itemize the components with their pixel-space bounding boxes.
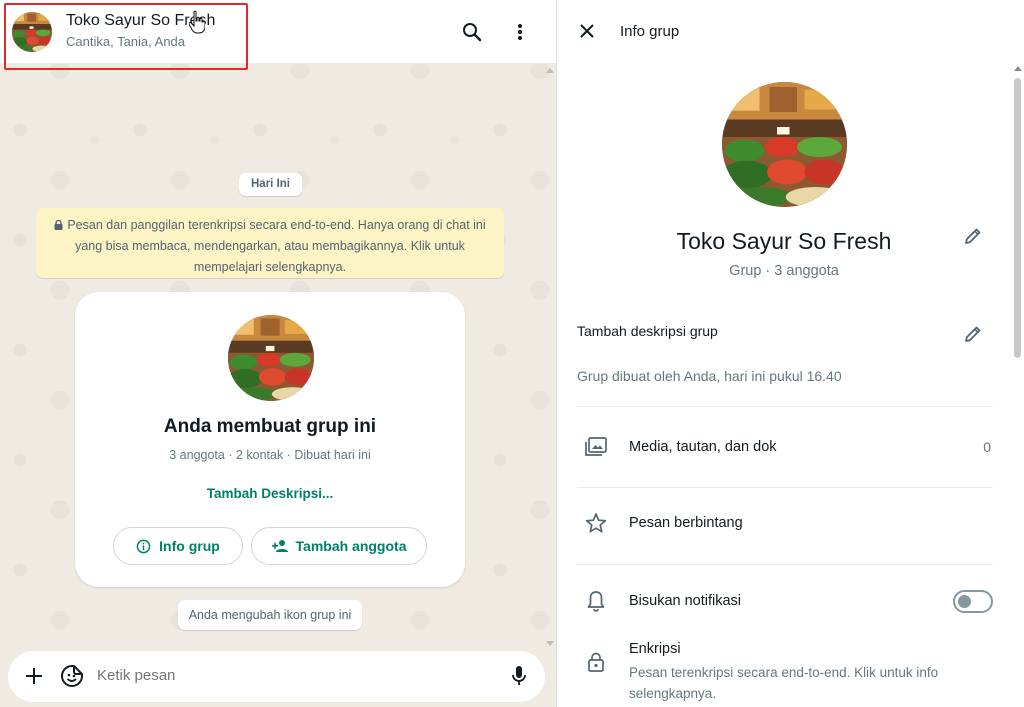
info-group-label: Info grup: [159, 538, 220, 554]
encryption-title[interactable]: Enkripsi: [629, 641, 681, 657]
media-label: Media, tautan, dan dok: [629, 439, 777, 455]
mute-notifications-row[interactable]: Bisukan notifikasi: [558, 572, 1010, 632]
star-icon: [584, 511, 608, 535]
info-scrollbar[interactable]: [1014, 66, 1022, 706]
encryption-text: Pesan dan panggilan terenkripsi secara e…: [67, 218, 486, 274]
member-count: Grup · 3 anggota: [729, 263, 839, 279]
lock-icon: [584, 650, 608, 674]
scroll-up-arrow-icon[interactable]: [546, 68, 554, 73]
add-member-button[interactable]: Tambah anggota: [251, 527, 427, 565]
divider: [577, 487, 993, 488]
add-group-description[interactable]: Tambah deskripsi grup: [577, 323, 718, 339]
encryption-banner[interactable]: Pesan dan panggilan terenkripsi secara e…: [36, 208, 504, 278]
info-title: Info grup: [620, 23, 680, 40]
media-folder-icon: [584, 435, 608, 459]
edit-description-pencil-icon[interactable]: [962, 323, 984, 345]
group-photo[interactable]: [722, 82, 847, 207]
media-count: 0: [983, 439, 991, 455]
group-info-pane: Info grup Toko Sayur So Fresh Grup · 3 a…: [558, 0, 1024, 707]
lock-icon: [54, 220, 63, 230]
bell-icon: [584, 589, 608, 613]
media-links-docs-row[interactable]: Media, tautan, dan dok 0: [558, 418, 1010, 478]
microphone-icon[interactable]: [507, 664, 531, 688]
group-name: Toko Sayur So Fresh: [676, 228, 892, 254]
sticker-icon[interactable]: [60, 664, 84, 688]
add-member-label: Tambah anggota: [295, 538, 407, 554]
group-card-avatar: [228, 315, 314, 401]
mute-toggle[interactable]: [953, 590, 993, 613]
group-created-card: Anda membuat grup ini 3 anggota · 2 kont…: [75, 292, 465, 587]
scrollbar-up-arrow-icon[interactable]: [1014, 66, 1022, 71]
toggle-knob: [958, 595, 971, 608]
message-input[interactable]: [97, 667, 487, 684]
add-description-link[interactable]: Tambah Deskripsi...: [75, 486, 465, 501]
divider: [577, 564, 993, 565]
encryption-description[interactable]: Pesan terenkripsi secara end-to-end. Kli…: [629, 662, 979, 704]
attach-plus-icon[interactable]: [22, 664, 46, 688]
created-info: Grup dibuat oleh Anda, hari ini pukul 16…: [577, 368, 842, 384]
menu-icon[interactable]: [508, 20, 532, 44]
search-icon[interactable]: [460, 20, 484, 44]
starred-messages-row[interactable]: Pesan berbintang: [558, 494, 1010, 554]
info-group-button[interactable]: Info grup: [113, 527, 243, 565]
starred-label: Pesan berbintang: [629, 515, 743, 531]
info-header: Info grup: [558, 0, 1024, 64]
edit-name-pencil-icon[interactable]: [962, 225, 984, 247]
system-message: Anda mengubah ikon grup ini: [178, 600, 362, 630]
add-person-icon: [271, 540, 288, 552]
date-separator: Hari Ini: [239, 173, 302, 196]
chat-pane: Toko Sayur So Fresh Cantika, Tania, Anda…: [0, 0, 557, 707]
mute-label: Bisukan notifikasi: [629, 593, 742, 609]
hand-cursor-icon: [188, 10, 206, 34]
info-icon: [136, 539, 151, 553]
card-meta: 3 anggota · 2 kontak · Dibuat hari ini: [169, 448, 371, 462]
scroll-down-arrow-icon[interactable]: [546, 641, 554, 646]
card-title: Anda membuat grup ini: [163, 416, 377, 437]
close-icon[interactable]: [575, 19, 599, 43]
header-highlight-box: [4, 3, 248, 70]
scrollbar-thumb[interactable]: [1014, 78, 1021, 358]
divider: [577, 406, 993, 407]
message-composer: [8, 651, 545, 702]
